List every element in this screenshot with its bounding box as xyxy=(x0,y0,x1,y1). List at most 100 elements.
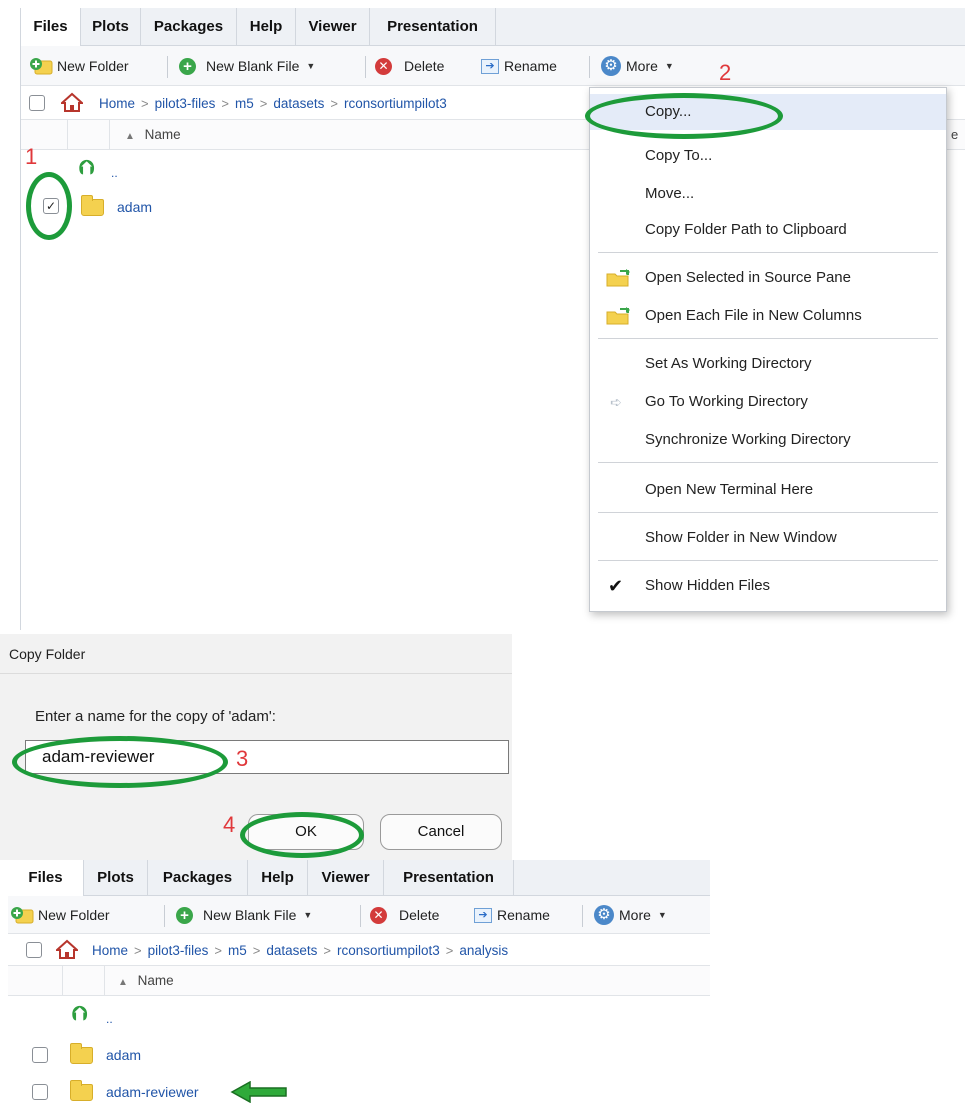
folder-icon xyxy=(70,1080,93,1101)
menu-item-open-each[interactable]: Open Each File in New Columns xyxy=(590,298,946,334)
new-folder-button[interactable]: New Folder xyxy=(29,46,129,86)
delete-label: Delete xyxy=(404,58,445,74)
tab-viewer[interactable]: Viewer xyxy=(296,8,370,46)
breadcrumb-datasets[interactable]: datasets xyxy=(266,943,317,958)
breadcrumb-m5[interactable]: m5 xyxy=(228,943,247,958)
chevron-down-icon: ▼ xyxy=(657,910,667,920)
column-divider xyxy=(104,966,105,996)
menu-separator xyxy=(598,462,938,463)
file-name[interactable]: adam-reviewer xyxy=(106,1073,199,1111)
menu-separator xyxy=(598,252,938,253)
breadcrumb-separator: > xyxy=(134,942,142,958)
toolbar-divider xyxy=(582,905,583,927)
select-all-checkbox[interactable] xyxy=(29,95,45,111)
new-blank-file-button[interactable]: + New Blank File ▼ xyxy=(176,896,312,934)
tab-plots[interactable]: Plots xyxy=(84,860,148,896)
name-column-header[interactable]: ▲ Name xyxy=(118,966,174,996)
menu-item-show-folder-new-window[interactable]: Show Folder in New Window xyxy=(590,520,946,556)
menu-separator xyxy=(598,338,938,339)
menu-item-synchronize-working-directory[interactable]: Synchronize Working Directory xyxy=(590,422,946,458)
sort-ascending-icon: ▲ xyxy=(125,131,135,142)
gear-icon: ⚙ xyxy=(594,905,614,925)
breadcrumb-home[interactable]: Home xyxy=(99,96,135,111)
plus-icon: + xyxy=(179,57,196,75)
breadcrumb-home[interactable]: Home xyxy=(92,943,128,958)
menu-item-open-selected[interactable]: Open Selected in Source Pane xyxy=(590,260,946,296)
cancel-button[interactable]: Cancel xyxy=(380,814,502,850)
gear-icon: ⚙ xyxy=(601,56,621,76)
rename-button[interactable]: ➔ Rename xyxy=(474,896,550,934)
breadcrumb-datasets[interactable]: datasets xyxy=(273,96,324,111)
toolbar-divider xyxy=(164,905,165,927)
select-all-checkbox[interactable] xyxy=(26,942,42,958)
menu-item-open-new-terminal[interactable]: Open New Terminal Here xyxy=(590,472,946,508)
file-name[interactable]: adam xyxy=(117,188,152,226)
tab-presentation[interactable]: Presentation xyxy=(370,8,496,46)
menu-item-copy-to[interactable]: Copy To... xyxy=(590,138,946,174)
tab-help[interactable]: Help xyxy=(248,860,308,896)
tab-presentation[interactable]: Presentation xyxy=(384,860,514,896)
dialog-prompt: Enter a name for the copy of 'adam': xyxy=(35,708,276,725)
tab-help[interactable]: Help xyxy=(237,8,296,46)
breadcrumb-analysis[interactable]: analysis xyxy=(459,943,508,958)
breadcrumb-pilot3-files[interactable]: pilot3-files xyxy=(148,943,209,958)
breadcrumb-rconsortiumpilot3[interactable]: rconsortiumpilot3 xyxy=(344,96,447,111)
tab-files[interactable]: Files xyxy=(8,860,84,897)
menu-item-label: Open Selected in Source Pane xyxy=(645,269,851,286)
delete-button[interactable]: ✕ Delete xyxy=(375,46,444,86)
file-row[interactable]: adam xyxy=(8,1036,710,1074)
menu-separator xyxy=(598,512,938,513)
files-pane-bottom: Files Plots Packages Help Viewer Present… xyxy=(8,860,710,1112)
file-row[interactable]: adam-reviewer xyxy=(8,1073,710,1111)
rename-label: Rename xyxy=(504,58,557,74)
highlight-ellipse-input xyxy=(12,736,228,788)
new-folder-button[interactable]: New Folder xyxy=(10,896,110,934)
menu-item-label: Show Folder in New Window xyxy=(645,529,837,546)
menu-item-move[interactable]: Move... xyxy=(590,176,946,212)
annotation-number-3: 3 xyxy=(236,746,249,771)
rename-button[interactable]: ➔ Rename xyxy=(481,46,557,86)
tab-packages[interactable]: Packages xyxy=(141,8,237,46)
breadcrumb-separator: > xyxy=(330,95,338,111)
file-checkbox[interactable] xyxy=(32,1047,48,1063)
column-divider xyxy=(62,966,63,996)
delete-label: Delete xyxy=(399,907,440,923)
breadcrumb-rconsortiumpilot3[interactable]: rconsortiumpilot3 xyxy=(337,943,440,958)
menu-item-label: Copy To... xyxy=(645,147,713,164)
toolbar: New Folder + New Blank File ▼ ✕ Delete ➔… xyxy=(21,46,965,86)
name-column-header[interactable]: ▲ Name xyxy=(125,120,181,150)
home-icon[interactable] xyxy=(61,92,83,112)
breadcrumb-pilot3-files[interactable]: pilot3-files xyxy=(155,96,216,111)
more-button[interactable]: ⚙ More ▼ xyxy=(594,896,667,934)
breadcrumb-m5[interactable]: m5 xyxy=(235,96,254,111)
tab-viewer[interactable]: Viewer xyxy=(308,860,384,896)
file-name[interactable]: adam xyxy=(106,1036,141,1074)
breadcrumb-separator: > xyxy=(323,942,331,958)
chevron-down-icon: ▼ xyxy=(303,910,313,920)
breadcrumb-path: Home > pilot3-files > m5 > datasets > rc… xyxy=(99,86,447,120)
toolbar-divider xyxy=(365,56,366,78)
menu-item-copy-folder-path[interactable]: Copy Folder Path to Clipboard xyxy=(590,212,946,248)
new-blank-file-button[interactable]: + New Blank File ▼ xyxy=(179,46,315,86)
delete-button[interactable]: ✕ Delete xyxy=(370,896,439,934)
tab-packages[interactable]: Packages xyxy=(148,860,248,896)
more-button[interactable]: ⚙ More ▼ xyxy=(601,46,674,86)
tab-plots[interactable]: Plots xyxy=(81,8,141,46)
rename-icon: ➔ xyxy=(474,907,492,923)
annotation-number-1: 1 xyxy=(25,144,38,169)
menu-item-label: Move... xyxy=(645,185,695,202)
more-label: More xyxy=(626,58,658,74)
home-icon[interactable] xyxy=(56,939,78,959)
file-checkbox[interactable] xyxy=(32,1084,48,1100)
parent-directory-row[interactable]: ⮉ .. xyxy=(8,998,710,1036)
arrow-left-icon xyxy=(230,1081,287,1103)
tab-files[interactable]: Files xyxy=(21,8,81,47)
folder-icon xyxy=(70,1043,93,1064)
rename-label: Rename xyxy=(497,907,550,923)
breadcrumb-separator: > xyxy=(445,942,454,958)
breadcrumb-separator: > xyxy=(141,95,149,111)
highlight-ellipse-ok xyxy=(240,812,364,858)
menu-item-set-working-directory[interactable]: Set As Working Directory xyxy=(590,346,946,382)
menu-item-go-to-working-directory[interactable]: ➪ Go To Working Directory xyxy=(590,384,946,420)
menu-item-show-hidden-files[interactable]: ✔ Show Hidden Files xyxy=(590,568,946,604)
